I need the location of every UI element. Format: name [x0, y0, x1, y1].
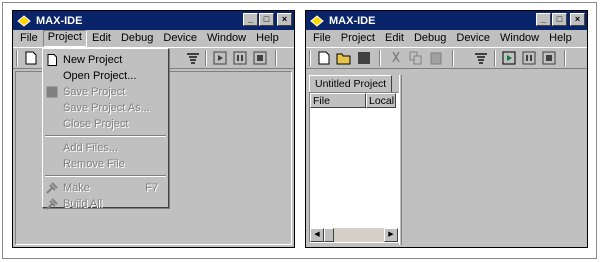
project-tabs: Untitled Project [309, 75, 393, 92]
toolbar-separator [275, 50, 277, 66]
menu-bar: File Project Edit Debug Device Window He… [306, 30, 587, 47]
new-file-icon[interactable] [23, 50, 39, 66]
project-file-list: File Local ◀ ▶ [309, 92, 399, 243]
menu-device[interactable]: Device [451, 31, 495, 46]
make-shortcut: F7 [145, 182, 158, 194]
ide-window-right: MAX-IDE _ □ × File Project Edit Debug De… [305, 10, 588, 248]
menu-project[interactable]: Project [336, 31, 380, 46]
pause-icon[interactable] [232, 50, 248, 66]
make-icon [46, 182, 58, 194]
menu-help[interactable]: Help [544, 31, 577, 46]
toolbar [306, 47, 587, 69]
title-bar: MAX-IDE _ □ × [306, 11, 587, 30]
toolbar-separator [379, 50, 381, 66]
menu-item-build-all[interactable]: Build All [43, 196, 168, 212]
window-title: MAX-IDE [36, 14, 83, 27]
menu-debug[interactable]: Debug [116, 31, 158, 46]
toolbar-separator [494, 50, 496, 66]
run-icon[interactable] [212, 50, 228, 66]
menu-item-make[interactable]: Make F7 [43, 180, 168, 196]
menu-item-save-project[interactable]: Save Project [43, 84, 168, 100]
minimize-button[interactable]: _ [536, 13, 551, 26]
build-icon[interactable] [185, 50, 201, 66]
tab-untitled-project[interactable]: Untitled Project [309, 75, 393, 92]
open-folder-icon[interactable] [336, 50, 352, 66]
build-icon[interactable] [473, 50, 489, 66]
menu-item-remove-file[interactable]: Remove File [43, 156, 168, 172]
minimize-button[interactable]: _ [243, 13, 258, 26]
toolbar-separator [16, 50, 18, 66]
menu-file[interactable]: File [308, 31, 336, 46]
menu-edit[interactable]: Edit [87, 31, 116, 46]
panel-splitter[interactable] [399, 75, 402, 245]
menu-item-close-project[interactable]: Close Project [43, 116, 168, 132]
menu-item-open-project[interactable]: Open Project... [43, 68, 168, 84]
menu-bar: File Project Edit Debug Device Window He… [13, 30, 294, 47]
run-icon[interactable] [501, 50, 517, 66]
title-bar: MAX-IDE _ □ × [13, 11, 294, 30]
column-header-file[interactable]: File [310, 93, 366, 108]
ide-window-left: MAX-IDE _ □ × File Project Edit Debug De… [12, 10, 295, 248]
menu-item-save-project-as[interactable]: Save Project As... [43, 100, 168, 116]
menu-debug[interactable]: Debug [409, 31, 451, 46]
app-icon [17, 14, 31, 27]
menu-device[interactable]: Device [158, 31, 202, 46]
menu-item-add-files[interactable]: Add Files... [43, 140, 168, 156]
cut-icon[interactable] [388, 50, 404, 66]
maximize-button[interactable]: □ [552, 13, 567, 26]
new-file-icon[interactable] [316, 50, 332, 66]
project-menu-dropdown: New Project Open Project... Save Project… [42, 48, 169, 210]
menu-project[interactable]: Project [42, 30, 87, 47]
scroll-left-icon[interactable]: ◀ [310, 228, 324, 242]
close-button[interactable]: × [570, 13, 585, 26]
scroll-right-icon[interactable]: ▶ [384, 228, 398, 242]
copy-icon[interactable] [408, 50, 424, 66]
toolbar-separator [309, 50, 311, 66]
horizontal-scrollbar[interactable]: ◀ ▶ [310, 228, 398, 242]
column-header-local[interactable]: Local [366, 93, 396, 108]
close-button[interactable]: × [277, 13, 292, 26]
maximize-button[interactable]: □ [259, 13, 274, 26]
menu-help[interactable]: Help [251, 31, 284, 46]
save-icon[interactable] [356, 50, 372, 66]
menu-separator [45, 175, 166, 177]
menu-edit[interactable]: Edit [380, 31, 409, 46]
new-project-icon [47, 54, 57, 66]
save-icon [46, 86, 58, 98]
paste-icon[interactable] [428, 50, 444, 66]
stop-icon[interactable] [252, 50, 268, 66]
toolbar-separator [205, 50, 207, 66]
pause-icon[interactable] [521, 50, 537, 66]
stop-icon[interactable] [541, 50, 557, 66]
toolbar-separator [452, 50, 454, 66]
build-all-icon [46, 198, 58, 210]
window-title: MAX-IDE [329, 14, 376, 27]
menu-item-new-project[interactable]: New Project [43, 52, 168, 68]
menu-separator [45, 135, 166, 137]
scroll-thumb[interactable] [324, 228, 334, 242]
menu-window[interactable]: Window [495, 31, 544, 46]
menu-window[interactable]: Window [202, 31, 251, 46]
toolbar-separator [564, 50, 566, 66]
menu-file[interactable]: File [15, 31, 43, 46]
app-icon [310, 14, 324, 27]
